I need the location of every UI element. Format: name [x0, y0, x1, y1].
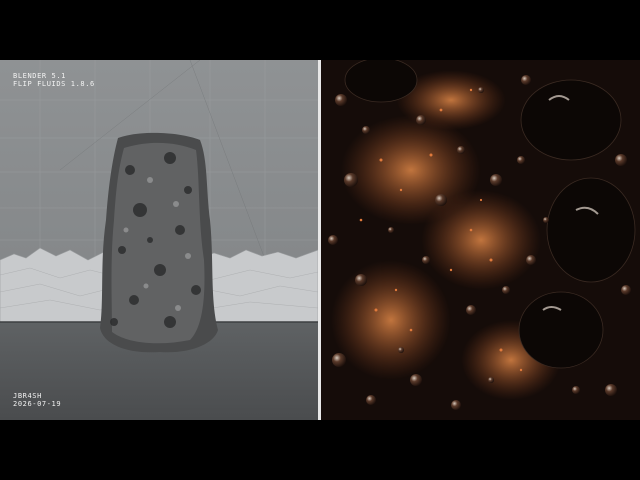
render-image — [321, 60, 640, 420]
letterbox-top — [0, 0, 640, 60]
viewport-info-bottom: JBR4SH 2026-07-19 — [13, 392, 61, 408]
app-label: BLENDER 5.1 — [13, 72, 66, 80]
viewport-info-top: BLENDER 5.1 FLIP FLUIDS 1.8.6 — [13, 72, 95, 88]
letterbox-bottom — [0, 420, 640, 480]
viewport-scene — [0, 60, 318, 420]
blender-viewport[interactable] — [0, 60, 318, 420]
fluid-column-mesh — [100, 132, 218, 353]
render-preview — [321, 60, 640, 420]
addon-label: FLIP FLUIDS 1.8.6 — [13, 80, 95, 88]
date-label: 2026-07-19 — [13, 400, 62, 408]
author-label: JBR4SH — [13, 392, 42, 400]
